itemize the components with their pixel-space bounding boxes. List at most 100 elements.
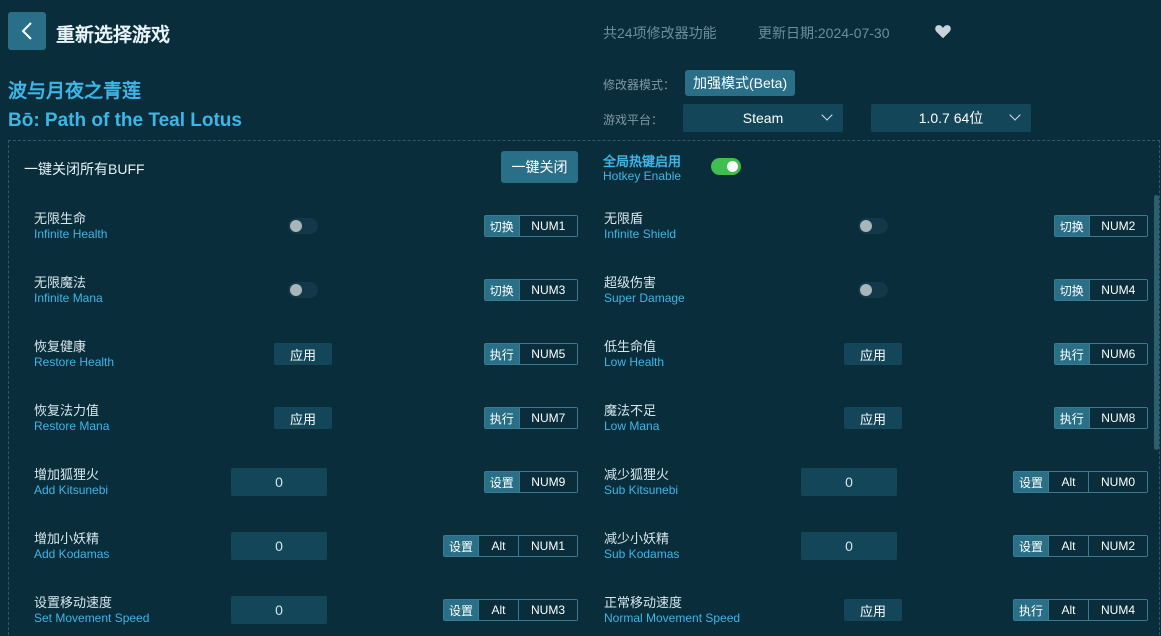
normal-movement-speed-hotkey[interactable]: 执行 Alt NUM4 xyxy=(1013,599,1148,621)
cheat-panel xyxy=(8,140,1160,636)
add-kodamas-value-input[interactable]: 0 xyxy=(231,532,327,560)
low-mana-apply-button[interactable]: 应用 xyxy=(844,407,902,429)
cheat-name-en: Sub Kitsunebi xyxy=(604,483,679,497)
hotkey-key[interactable]: NUM2 xyxy=(1088,536,1147,556)
hotkey-key[interactable]: Alt xyxy=(478,600,518,620)
sub-kodamas-hotkey[interactable]: 设置 Alt NUM2 xyxy=(1013,535,1148,557)
hotkey-action-label[interactable]: 执行 xyxy=(1014,600,1048,620)
add-kitsunebi-value-input[interactable]: 0 xyxy=(231,468,327,496)
hotkey-key[interactable]: NUM3 xyxy=(518,600,577,620)
back-button[interactable] xyxy=(8,12,46,50)
hotkey-action-label[interactable]: 设置 xyxy=(1014,536,1048,556)
hotkey-key[interactable]: NUM4 xyxy=(1088,280,1147,300)
toggle-knob xyxy=(290,284,302,296)
platform-value: Steam xyxy=(742,110,784,126)
infinite-health-toggle[interactable] xyxy=(288,218,318,234)
cheat-name-cn: 无限盾 xyxy=(604,211,644,226)
platform-dropdown[interactable]: Steam xyxy=(683,104,843,132)
hotkey-action-label[interactable]: 执行 xyxy=(485,408,519,428)
low-health-apply-button[interactable]: 应用 xyxy=(844,343,902,365)
hotkey-action-label[interactable]: 执行 xyxy=(1055,408,1089,428)
hotkey-key[interactable]: NUM0 xyxy=(1088,472,1147,492)
hotkey-key[interactable]: NUM1 xyxy=(518,216,577,236)
game-name-en: Bō: Path of the Teal Lotus xyxy=(8,110,242,131)
infinite-shield-toggle[interactable] xyxy=(858,218,888,234)
hotkey-enable-toggle[interactable] xyxy=(711,158,741,175)
hotkey-key[interactable]: NUM7 xyxy=(518,408,577,428)
cheat-name-en: Low Mana xyxy=(604,419,660,433)
sub-kodamas-value-input[interactable]: 0 xyxy=(801,532,897,560)
toggle-knob xyxy=(860,284,872,296)
infinite-health-hotkey[interactable]: 切换 NUM1 xyxy=(484,215,578,237)
low-health-hotkey[interactable]: 执行 NUM6 xyxy=(1054,343,1148,365)
cheat-name-en: Add Kitsunebi xyxy=(34,483,109,497)
restore-health-hotkey[interactable]: 执行 NUM5 xyxy=(484,343,578,365)
hotkey-action-label[interactable]: 设置 xyxy=(444,536,478,556)
hotkey-key[interactable]: NUM3 xyxy=(518,280,577,300)
infinite-shield-hotkey[interactable]: 切换 NUM2 xyxy=(1054,215,1148,237)
cheat-name-en: Normal Movement Speed xyxy=(604,611,741,625)
cheat-name-cn: 无限魔法 xyxy=(34,275,87,290)
super-damage-toggle[interactable] xyxy=(858,282,888,298)
cheat-name-en: Super Damage xyxy=(604,291,685,305)
cheat-name-en: Restore Mana xyxy=(34,419,110,433)
close-all-button[interactable]: 一键关闭 xyxy=(501,151,578,183)
hotkey-key[interactable]: NUM8 xyxy=(1088,408,1147,428)
platform-label: 游戏平台： xyxy=(603,113,664,127)
hotkey-enable-label-en: Hotkey Enable xyxy=(603,169,682,183)
cheat-name-en: Add Kodamas xyxy=(34,547,110,561)
toggle-knob xyxy=(727,161,738,172)
add-kitsunebi-hotkey[interactable]: 设置 NUM9 xyxy=(484,471,578,493)
infinite-mana-toggle[interactable] xyxy=(288,282,318,298)
sub-kitsunebi-value-input[interactable]: 0 xyxy=(801,468,897,496)
sub-kitsunebi-hotkey[interactable]: 设置 Alt NUM0 xyxy=(1013,471,1148,493)
cheat-name-en: Set Movement Speed xyxy=(34,611,150,625)
version-dropdown[interactable]: 1.0.7 64位 xyxy=(871,104,1031,132)
cheat-name-en: Sub Kodamas xyxy=(604,547,680,561)
update-date: 更新日期:2024-07-30 xyxy=(758,25,890,41)
hotkey-key[interactable]: NUM2 xyxy=(1088,216,1147,236)
hotkey-action-label[interactable]: 设置 xyxy=(485,472,519,492)
add-kodamas-hotkey[interactable]: 设置 Alt NUM1 xyxy=(443,535,578,557)
hotkey-key[interactable]: Alt xyxy=(1048,536,1088,556)
hotkey-key[interactable]: NUM9 xyxy=(518,472,577,492)
hotkey-action-label[interactable]: 切换 xyxy=(485,280,519,300)
restore-health-apply-button[interactable]: 应用 xyxy=(274,343,332,365)
hotkey-action-label[interactable]: 设置 xyxy=(1014,472,1048,492)
set-movement-speed-hotkey[interactable]: 设置 Alt NUM3 xyxy=(443,599,578,621)
feature-count: 共24项修改器功能 xyxy=(603,25,717,41)
cheat-name-en: Infinite Mana xyxy=(34,291,103,305)
cheat-name-cn: 超级伤害 xyxy=(604,275,657,290)
chevron-left-icon xyxy=(21,22,32,40)
restore-mana-hotkey[interactable]: 执行 NUM7 xyxy=(484,407,578,429)
hotkey-key[interactable]: Alt xyxy=(1048,600,1088,620)
mode-button[interactable]: 加强模式(Beta) xyxy=(685,70,796,96)
hotkey-action-label[interactable]: 执行 xyxy=(485,344,519,364)
set-movement-speed-value-input[interactable]: 0 xyxy=(231,596,327,624)
hotkey-action-label[interactable]: 切换 xyxy=(485,216,519,236)
version-value: 1.0.7 64位 xyxy=(918,110,984,126)
hotkey-action-label[interactable]: 设置 xyxy=(444,600,478,620)
hotkey-key[interactable]: NUM1 xyxy=(518,536,577,556)
heart-icon[interactable] xyxy=(934,23,952,39)
restore-mana-apply-button[interactable]: 应用 xyxy=(274,407,332,429)
cheat-name-cn: 增加小妖精 xyxy=(34,531,100,546)
hotkey-key[interactable]: NUM4 xyxy=(1088,600,1147,620)
hotkey-key[interactable]: NUM5 xyxy=(518,344,577,364)
chevron-down-icon xyxy=(1009,109,1021,121)
normal-movement-speed-apply-button[interactable]: 应用 xyxy=(844,599,902,621)
hotkey-action-label[interactable]: 执行 xyxy=(1055,344,1089,364)
low-mana-hotkey[interactable]: 执行 NUM8 xyxy=(1054,407,1148,429)
infinite-mana-hotkey[interactable]: 切换 NUM3 xyxy=(484,279,578,301)
super-damage-hotkey[interactable]: 切换 NUM4 xyxy=(1054,279,1148,301)
mode-label: 修改器模式： xyxy=(603,78,676,92)
scrollbar[interactable] xyxy=(1154,195,1159,450)
hotkey-key[interactable]: Alt xyxy=(1048,472,1088,492)
cheat-name-cn: 正常移动速度 xyxy=(604,595,683,610)
chevron-down-icon xyxy=(821,109,833,121)
hotkey-action-label[interactable]: 切换 xyxy=(1055,216,1089,236)
hotkey-action-label[interactable]: 切换 xyxy=(1055,280,1089,300)
hotkey-key[interactable]: NUM6 xyxy=(1088,344,1147,364)
cheat-name-cn: 恢复健康 xyxy=(34,339,87,354)
hotkey-key[interactable]: Alt xyxy=(478,536,518,556)
